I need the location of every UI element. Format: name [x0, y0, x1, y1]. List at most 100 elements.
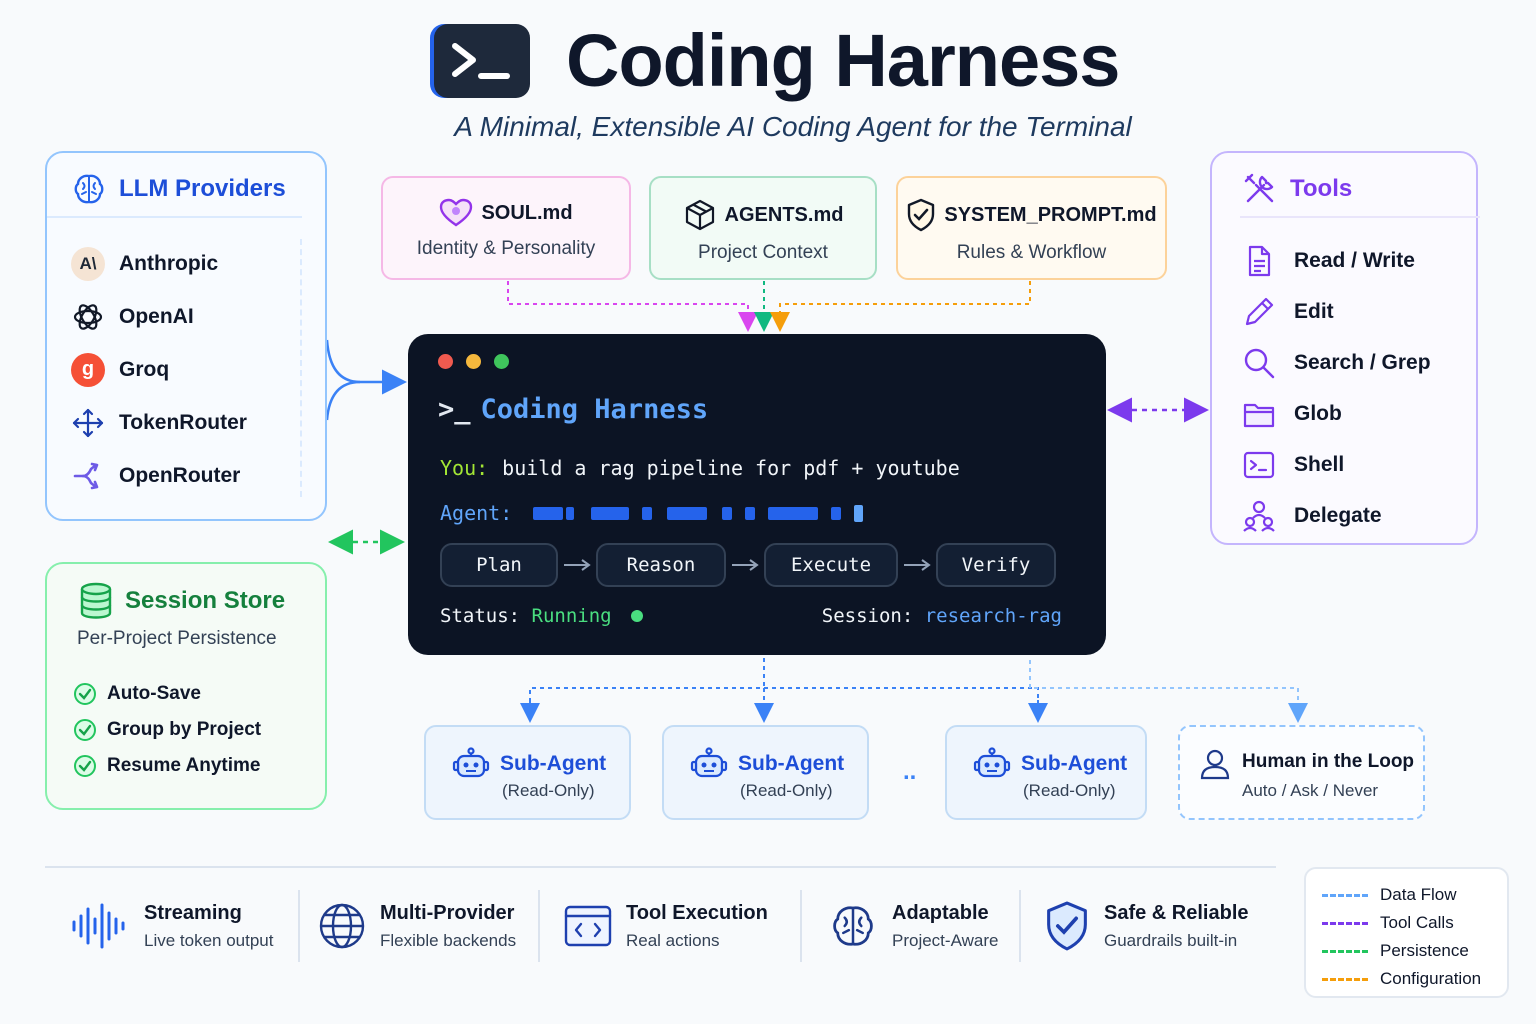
sub-agent-card[interactable]: Sub-Agent (Read-Only): [424, 725, 631, 820]
llm-providers-title: LLM Providers: [119, 175, 286, 202]
config-title: SYSTEM_PROMPT.md: [944, 203, 1157, 226]
tool-label: Shell: [1294, 452, 1345, 476]
arrow-right-icon: [898, 558, 936, 572]
tools-title: Tools: [1290, 175, 1353, 202]
feature-title: Safe & Reliable: [1104, 901, 1249, 924]
scroll-track: [300, 239, 302, 497]
sub-agent-subtitle: (Read-Only): [740, 781, 833, 800]
page-subtitle: A Minimal, Extensible AI Coding Agent fo…: [454, 111, 1132, 142]
config-agents-card[interactable]: AGENTS.md Project Context: [649, 176, 877, 280]
legend-item: Configuration: [1322, 965, 1507, 993]
terminal-window[interactable]: >_ Coding Harness You: build a rag pipelin…: [408, 334, 1106, 655]
shield-check-icon: [1047, 901, 1087, 951]
legend-swatch: [1322, 977, 1368, 981]
legend-swatch: [1322, 893, 1368, 897]
session-store-panel: Session Store Per-Project Persistence Au…: [45, 562, 327, 810]
tool-search-grep[interactable]: Search / Grep: [1242, 337, 1431, 388]
divider: [1019, 890, 1021, 962]
status-label: Status:: [440, 605, 521, 627]
provider-label: OpenAI: [119, 304, 194, 328]
cube-icon: [685, 199, 714, 231]
feature-auto-save: Auto-Save: [73, 676, 261, 712]
legend-item: Persistence: [1322, 937, 1507, 965]
human-in-the-loop-card[interactable]: Human in the Loop Auto / Ask / Never: [1178, 725, 1425, 820]
step-reason[interactable]: Reason: [596, 543, 726, 587]
step-verify[interactable]: Verify: [936, 543, 1056, 587]
sub-agent-card[interactable]: Sub-Agent (Read-Only): [945, 725, 1147, 820]
config-title: SOUL.md: [481, 201, 573, 224]
terminal-prompt: >_: [438, 394, 471, 425]
legend: Data Flow Tool Calls Persistence Configu…: [1304, 867, 1509, 998]
file-icon: [1248, 245, 1271, 276]
terminal-title-text: Coding Harness: [480, 394, 709, 425]
sub-agent-title: Sub-Agent: [738, 752, 845, 775]
terminal-subagents-connector: [529, 658, 1039, 718]
pencil-icon: [1245, 297, 1274, 325]
sub-agent-title: Sub-Agent: [500, 752, 607, 775]
config-system-prompt-card[interactable]: SYSTEM_PROMPT.md Rules & Workflow: [896, 176, 1167, 280]
feature-title: Adaptable: [892, 901, 989, 924]
agent-streaming-output: [533, 505, 863, 522]
waveform-icon: [72, 903, 125, 949]
legend-swatch: [1322, 921, 1368, 925]
tool-glob[interactable]: Glob: [1242, 388, 1431, 439]
tool-edit[interactable]: Edit: [1242, 286, 1431, 337]
tool-label: Read / Write: [1294, 248, 1415, 272]
openai-icon: [73, 303, 103, 330]
provider-groq[interactable]: g Groq: [71, 343, 247, 396]
you-label: You:: [440, 456, 489, 480]
divider: [800, 890, 802, 962]
feature-tool-execution: Tool Execution Real actions: [564, 888, 768, 964]
provider-tokenrouter[interactable]: TokenRouter: [71, 396, 247, 449]
config-subtitle: Identity & Personality: [416, 238, 596, 259]
search-icon: [1244, 348, 1275, 378]
brain-icon: [833, 906, 873, 946]
provider-label: Anthropic: [119, 251, 219, 275]
status-value: Running: [531, 605, 612, 627]
brain-icon: [74, 174, 104, 204]
close-dot[interactable]: [438, 354, 453, 369]
step-plan[interactable]: Plan: [440, 543, 558, 587]
logo: [434, 24, 530, 98]
provider-label: OpenRouter: [119, 463, 241, 487]
tool-label: Search / Grep: [1294, 350, 1431, 374]
maximize-dot[interactable]: [494, 354, 509, 369]
provider-label: Groq: [119, 357, 170, 381]
step-execute[interactable]: Execute: [764, 543, 898, 587]
more-agents-ellipsis: ..: [903, 758, 917, 785]
legend-item: Data Flow: [1322, 881, 1507, 909]
config-subtitle: Rules & Workflow: [956, 242, 1107, 263]
feature-safe-reliable: Safe & Reliable Guardrails built-in: [1044, 888, 1249, 964]
tool-delegate[interactable]: Delegate: [1242, 490, 1431, 541]
legend-swatch: [1322, 949, 1368, 953]
provider-anthropic[interactable]: A\ Anthropic: [71, 237, 247, 290]
terminal-title: >_ Coding Harness: [438, 394, 708, 425]
tool-read-write[interactable]: Read / Write: [1242, 235, 1431, 286]
config-soul-card[interactable]: SOUL.md Identity & Personality: [381, 176, 631, 280]
provider-openai[interactable]: OpenAI: [71, 290, 247, 343]
arrow-right-icon: [558, 558, 596, 572]
legend-label: Tool Calls: [1380, 913, 1454, 932]
folder-icon: [1243, 403, 1275, 427]
tools-icon: [1244, 173, 1274, 203]
sub-agent-card[interactable]: Sub-Agent (Read-Only): [662, 725, 869, 820]
minimize-dot[interactable]: [466, 354, 481, 369]
sub-agent-subtitle: (Read-Only): [502, 781, 595, 800]
session-label: Session:: [821, 605, 914, 627]
user-icon: [1200, 749, 1230, 780]
provider-openrouter[interactable]: OpenRouter: [71, 449, 247, 502]
workflow-steps: Plan Reason Execute Verify: [440, 543, 1056, 587]
users-icon: [1243, 500, 1275, 532]
globe-icon: [319, 903, 365, 949]
agent-message: Agent:: [440, 501, 512, 525]
check-circle-icon: [74, 683, 96, 705]
session-store-title: Session Store: [125, 587, 286, 614]
feature-label: Auto-Save: [107, 683, 201, 704]
tool-label: Delegate: [1294, 503, 1382, 527]
feature-subtitle: Flexible backends: [380, 930, 517, 950]
session-value: research-rag: [924, 605, 1062, 627]
feature-title: Multi-Provider: [380, 901, 515, 924]
terminal-icon: [1243, 451, 1275, 478]
feature-label: Group by Project: [107, 719, 262, 740]
tool-shell[interactable]: Shell: [1242, 439, 1431, 490]
